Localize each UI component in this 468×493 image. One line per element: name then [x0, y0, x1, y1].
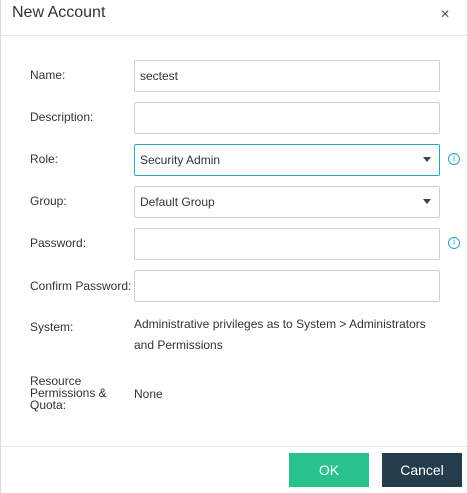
- description-label: Description:: [30, 110, 94, 124]
- resource-label-line3: Quota:: [30, 398, 67, 412]
- role-select[interactable]: Security Admin: [134, 144, 440, 176]
- confirm-password-input[interactable]: [134, 270, 440, 302]
- role-info-icon[interactable]: i: [448, 153, 460, 165]
- password-label: Password:: [30, 236, 87, 250]
- resource-label: Resource Permissions & Quota:: [30, 375, 107, 411]
- group-select[interactable]: Default Group: [134, 186, 440, 218]
- chevron-down-icon: [423, 199, 431, 204]
- system-value-line2: and Permissions: [134, 338, 223, 352]
- system-label: System:: [30, 320, 74, 334]
- description-input[interactable]: [134, 102, 440, 134]
- ok-button[interactable]: OK: [289, 453, 369, 487]
- new-account-dialog: New Account × Name: Description: Role: S…: [0, 0, 468, 493]
- system-value-line1: Administrative privileges as to System >…: [134, 317, 426, 331]
- chevron-down-icon: [423, 157, 431, 162]
- resource-value: None: [134, 387, 163, 401]
- confirm-password-label: Confirm Password:: [30, 279, 132, 293]
- group-selected-value: Default Group: [140, 195, 215, 209]
- name-label: Name:: [30, 68, 66, 82]
- group-label: Group:: [30, 194, 67, 208]
- name-input[interactable]: [134, 60, 440, 92]
- password-input[interactable]: [134, 228, 440, 260]
- close-icon[interactable]: ×: [437, 6, 453, 24]
- role-label: Role:: [30, 152, 59, 166]
- role-selected-value: Security Admin: [140, 153, 221, 167]
- dialog-header: New Account ×: [1, 0, 467, 36]
- dialog-title: New Account: [12, 4, 106, 21]
- password-info-icon[interactable]: i: [448, 237, 460, 249]
- cancel-button[interactable]: Cancel: [382, 453, 462, 487]
